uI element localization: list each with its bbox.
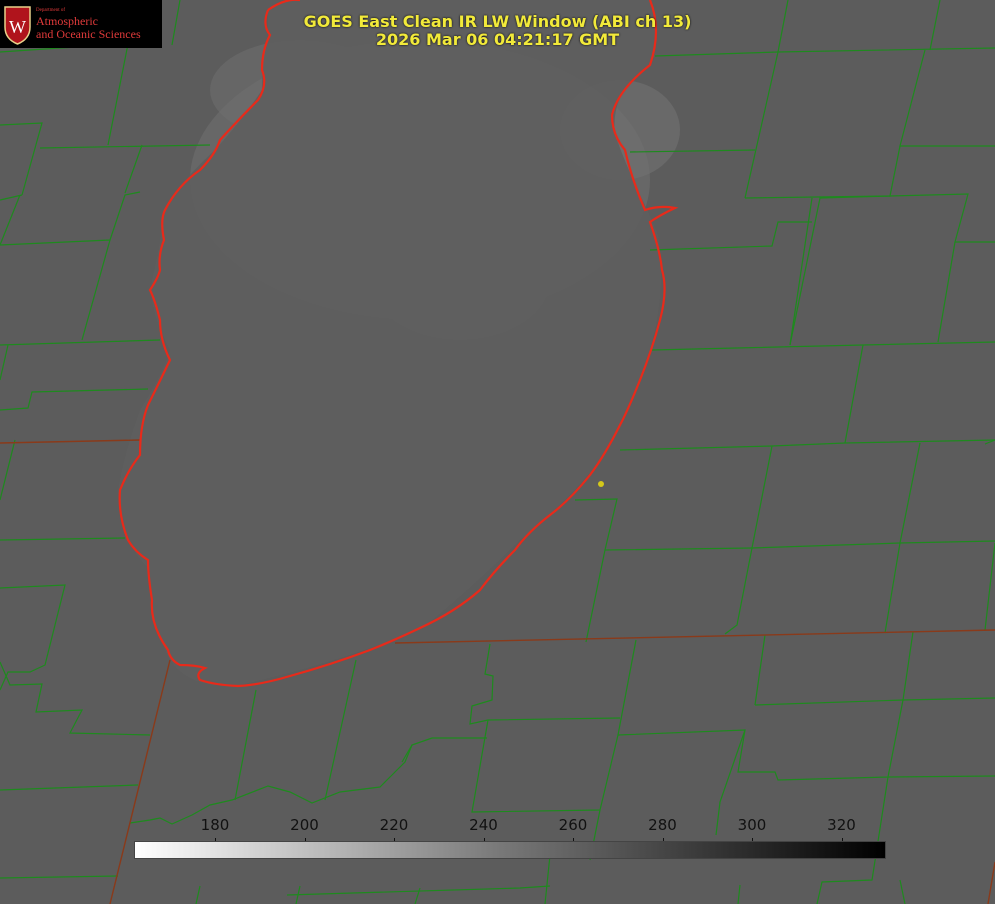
colorbar bbox=[134, 841, 886, 859]
colorbar-tick-label: 220 bbox=[379, 816, 409, 834]
image-timestamp: 2026 Mar 06 04:21:17 GMT bbox=[375, 30, 620, 49]
image-title: GOES East Clean IR LW Window (ABI ch 13) bbox=[303, 12, 692, 31]
colorbar-tick-label: 200 bbox=[290, 816, 319, 834]
location-marker bbox=[598, 481, 604, 487]
colorbar-tick-label: 300 bbox=[737, 816, 767, 834]
colorbar-tick-label: 260 bbox=[558, 816, 588, 834]
colorbar-tick-label: 180 bbox=[200, 816, 230, 834]
colorbar-tick-label: 280 bbox=[648, 816, 677, 834]
colorbar-tick-label: 320 bbox=[827, 816, 856, 834]
colorbar-tick-label: 240 bbox=[469, 816, 498, 834]
satellite-map bbox=[0, 0, 995, 904]
